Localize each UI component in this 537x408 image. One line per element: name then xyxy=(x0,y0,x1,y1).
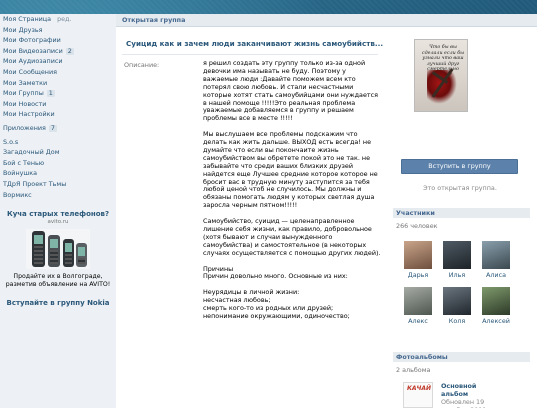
description-paragraph: Причины Причин довольно много. Основные … xyxy=(203,264,348,281)
sidebar-item-label: Мои Настройки xyxy=(3,110,55,119)
blood-splash-graphic xyxy=(427,70,457,104)
sidebar-item-label: Мои Друзья xyxy=(3,25,43,34)
member-name[interactable]: Алекс xyxy=(403,317,433,325)
album-title[interactable]: Основной альбом xyxy=(441,382,497,398)
group-title: Суицид как и зачем люди заканчивают жизн… xyxy=(126,39,384,48)
ad-image[interactable] xyxy=(26,229,90,270)
sidebar-app-link[interactable]: Загадочный Дом xyxy=(0,147,116,158)
phone-icon xyxy=(48,235,60,268)
count-badge: 1 xyxy=(46,89,55,98)
sidebar-item-settings[interactable]: Мои Настройки xyxy=(0,109,116,120)
description-paragraph: Неурядицы в личной жизни: несчастная люб… xyxy=(203,288,350,320)
sidebar-item-groups[interactable]: Мои Группы 1 xyxy=(0,88,116,99)
phone-icon xyxy=(32,231,45,268)
members-header[interactable]: Участники xyxy=(393,208,530,218)
sidebar-item-label: Мои Сообщения xyxy=(3,67,57,76)
avatar[interactable] xyxy=(482,287,510,315)
album-thumbnail[interactable]: КАЧАЙ xyxy=(403,382,433,408)
open-group-note: Это открытая группа. xyxy=(423,184,497,192)
member-name[interactable]: Дарья xyxy=(403,271,433,279)
album-thumb-caption: КАЧАЙ xyxy=(407,385,432,392)
sidebar-app-link[interactable]: S.o.s xyxy=(0,137,116,148)
member-card[interactable]: Алексей xyxy=(481,287,511,329)
sidebar-item-notes[interactable]: Мои Заметки xyxy=(0,78,116,89)
count-badge: 7 xyxy=(48,123,57,132)
sidebar-item-label: Мои Заметки xyxy=(3,78,48,87)
edit-link[interactable]: ред. xyxy=(57,15,71,23)
member-name[interactable]: Илья xyxy=(442,271,472,279)
sidebar-app-link[interactable]: ТДрЯ Проект Тьмы xyxy=(0,179,116,190)
description-paragraph: Самоубийство, суицид — целенаправленное … xyxy=(203,217,381,257)
join-group-button[interactable]: Вступить в группу xyxy=(401,159,518,174)
member-name[interactable]: Коля xyxy=(442,317,472,325)
avatar[interactable] xyxy=(482,241,510,269)
sidebar-app-link[interactable]: Вормикс xyxy=(0,190,116,201)
sidebar-item-audio[interactable]: Мои Аудиозаписи xyxy=(0,56,116,67)
sidebar-item-news[interactable]: Мои Новости xyxy=(0,99,116,110)
sidebar-ad[interactable]: Куча старых телефонов? avito.ru Продайте… xyxy=(0,210,116,289)
album-updated-date: Обновлен 19 октября 2011 xyxy=(441,398,486,408)
sidebar-item-label: Приложения xyxy=(3,123,46,132)
description-label: Описание: xyxy=(124,61,160,69)
description-paragraph: я решил создать эту группу только из-за … xyxy=(203,59,378,123)
avatar[interactable] xyxy=(404,287,432,315)
sidebar-item-videos[interactable]: Мои Видеозаписи 2 xyxy=(0,46,116,57)
ad-domain: avito.ru xyxy=(47,219,69,226)
member-name[interactable]: Алексей xyxy=(481,317,511,325)
avatar[interactable] xyxy=(443,241,471,269)
sidebar-app-link[interactable]: Войнушка xyxy=(0,168,116,179)
group-cover-image[interactable]: Что бы вы сделали если бы узнали что ваш… xyxy=(414,39,468,112)
phone-icon xyxy=(76,243,87,268)
member-card[interactable]: Илья xyxy=(442,241,472,283)
phone-icon xyxy=(63,239,74,268)
sidebar-item-apps[interactable]: Приложения 7 xyxy=(0,123,116,134)
sidebar-item-photos[interactable]: Мои Фотографии xyxy=(0,35,116,46)
sidebar-item-label: Мои Новости xyxy=(3,99,47,108)
divider xyxy=(122,54,378,55)
description-paragraph: Мы выслушаем все проблемы подскажим что … xyxy=(203,130,378,210)
group-description: я решил создать эту группу только из-за … xyxy=(203,59,383,329)
left-sidebar: Моя Страница ред. Мои Друзья Мои Фотограф… xyxy=(0,14,116,408)
sidebar-item-label: Мои Группы xyxy=(3,89,44,98)
ad-text: Продайте их в Волгограде, разметив объяв… xyxy=(5,273,111,289)
sidebar-item-label: Мои Видеозаписи xyxy=(3,46,63,55)
sidebar-item-my-page[interactable]: Моя Страница ред. xyxy=(0,14,116,25)
sidebar-item-label: Моя Страница xyxy=(3,15,52,23)
member-name[interactable]: Алиса xyxy=(481,271,511,279)
avatar[interactable] xyxy=(443,287,471,315)
albums-header[interactable]: Фотоальбомы xyxy=(393,352,530,362)
member-card[interactable]: Алекс xyxy=(403,287,433,329)
member-card[interactable]: Алиса xyxy=(481,241,511,283)
sidebar-item-label: Мои Аудиозаписи xyxy=(3,57,63,66)
right-column: Что бы вы сделали если бы узнали что ваш… xyxy=(383,27,537,408)
ad-title[interactable]: Куча старых телефонов? xyxy=(0,210,116,219)
member-card[interactable]: Коля xyxy=(442,287,472,329)
page-header: Открытая группа xyxy=(116,14,537,27)
sidebar-item-messages[interactable]: Мои Сообщения xyxy=(0,67,116,78)
member-card[interactable]: Дарья xyxy=(403,241,433,283)
sidebar-app-link[interactable]: Бой с Тенью xyxy=(0,158,116,169)
main-panel: Открытая группа Суицид как и зачем люди … xyxy=(116,14,537,408)
members-count[interactable]: 266 человек xyxy=(396,222,438,230)
avatar[interactable] xyxy=(404,241,432,269)
ad2-title[interactable]: Вступайте в группу Nokia xyxy=(0,299,116,308)
count-badge: 2 xyxy=(65,46,74,55)
albums-count[interactable]: 2 альбома xyxy=(396,366,430,374)
sidebar-item-friends[interactable]: Мои Друзья xyxy=(0,25,116,36)
sidebar-item-label: Мои Фотографии xyxy=(3,36,61,45)
